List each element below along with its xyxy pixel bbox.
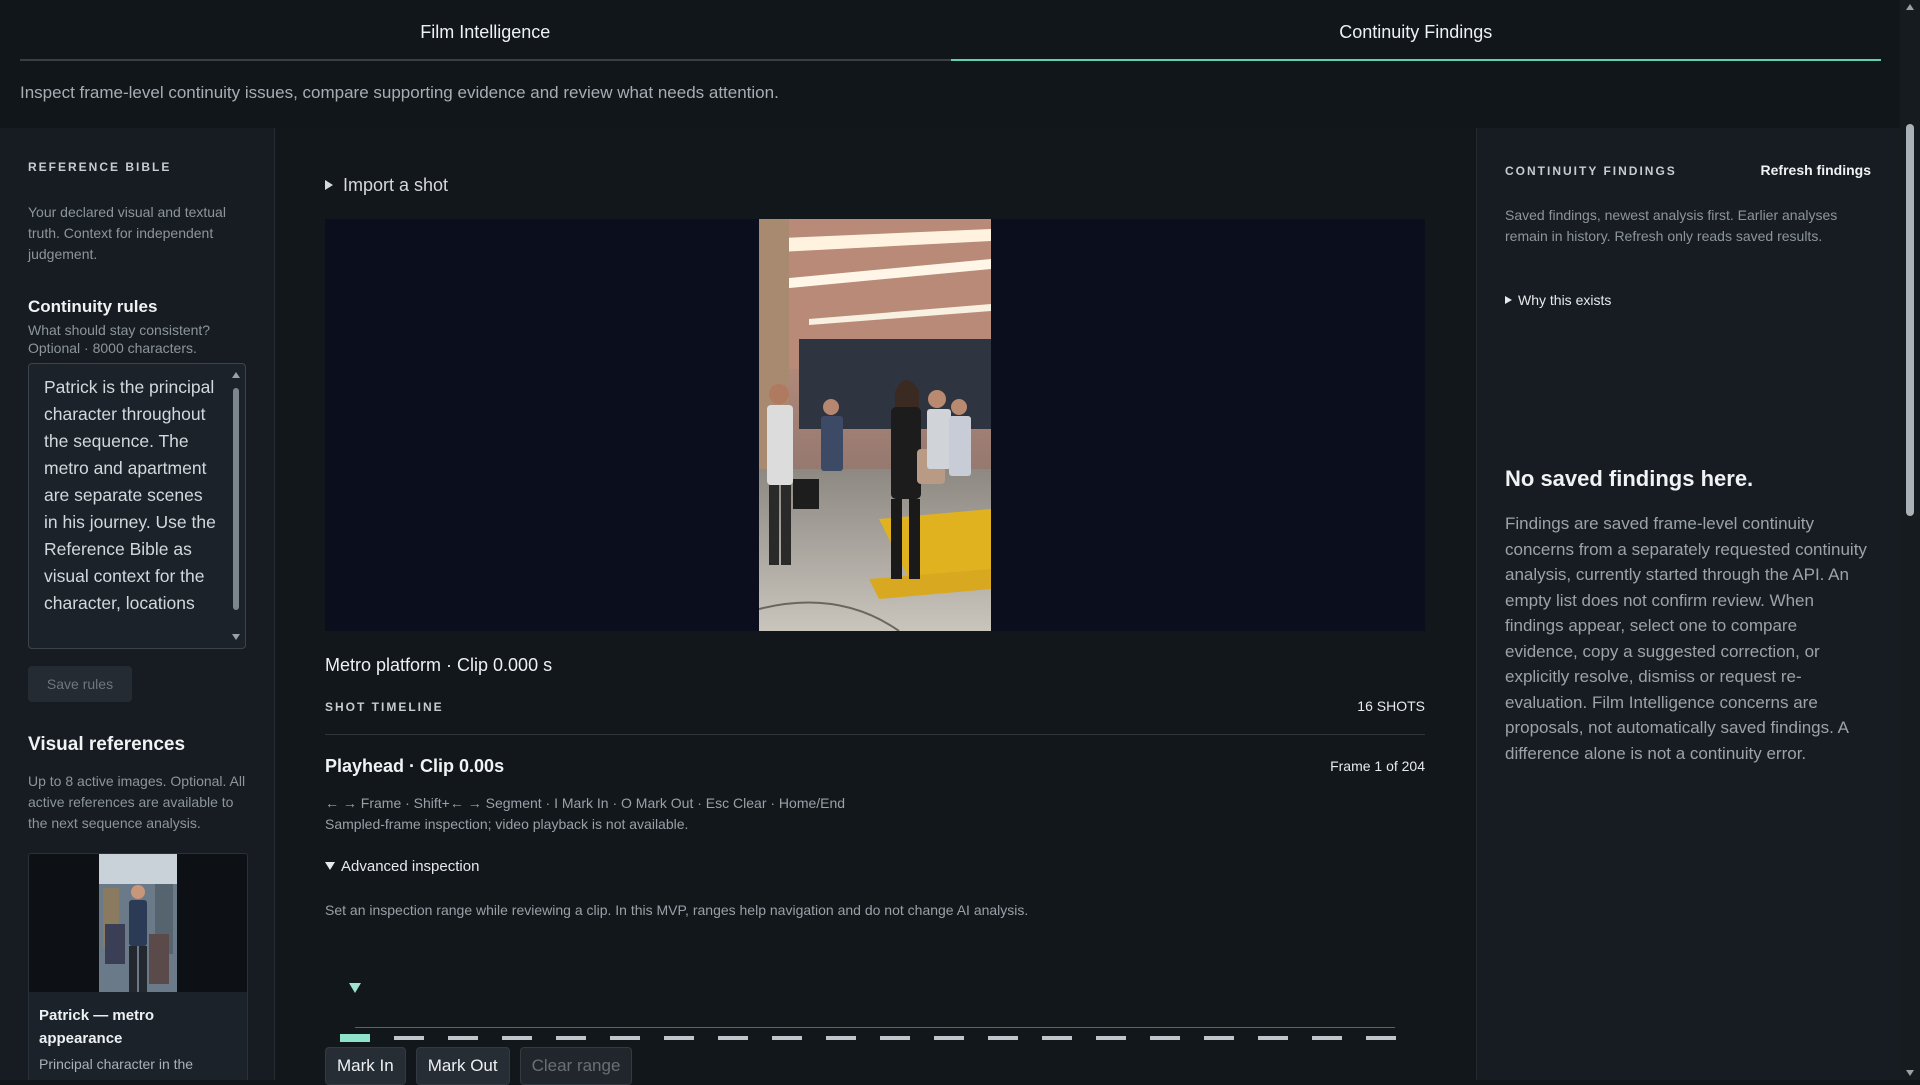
empty-state-desc: Findings are saved frame-level continuit… — [1505, 514, 1867, 763]
segment-tick[interactable] — [1150, 1036, 1180, 1040]
reference-thumbnail — [29, 854, 247, 992]
segment-tick[interactable] — [1096, 1036, 1126, 1040]
range-buttons: Mark In Mark Out Clear range — [325, 1047, 633, 1085]
empty-state-title: No saved findings here. — [1505, 466, 1754, 491]
reference-bible-intro: Your declared visual and textual truth. … — [28, 204, 226, 262]
scroll-up-icon[interactable] — [1906, 4, 1914, 10]
app: Film Intelligence Continuity Findings In… — [0, 0, 1901, 1085]
segment-tick[interactable] — [1366, 1036, 1396, 1040]
visual-references-hint: Up to 8 active images. Optional. All act… — [28, 773, 246, 831]
segment-tick[interactable] — [1258, 1036, 1288, 1040]
segment-tick[interactable] — [502, 1036, 532, 1040]
scrubber-track[interactable] — [355, 1027, 1395, 1028]
findings-desc: Saved findings, newest analysis first. E… — [1505, 207, 1838, 244]
segment-tick[interactable] — [1042, 1036, 1072, 1040]
mark-out-button[interactable]: Mark Out — [415, 1047, 510, 1085]
reference-image — [99, 854, 177, 992]
segment-tick[interactable] — [718, 1036, 748, 1040]
reference-bible-panel: REFERENCE BIBLE Your declared visual and… — [0, 128, 275, 1080]
segment-tick[interactable] — [664, 1036, 694, 1040]
mark-in-button[interactable]: Mark In — [325, 1047, 406, 1085]
continuity-rules-textarea[interactable]: Patrick is the principal character throu… — [28, 363, 246, 649]
continuity-rules-title: Continuity rules — [28, 297, 158, 316]
segment-ticks — [340, 1034, 1420, 1044]
continuity-findings-panel: CONTINUITY FINDINGS Refresh findings Sav… — [1476, 128, 1901, 1080]
visual-references-title: Visual references — [28, 734, 186, 755]
segment-tick[interactable] — [772, 1036, 802, 1040]
expand-icon — [1505, 296, 1512, 304]
reference-card-desc: Principal character in the — [39, 1056, 194, 1072]
reference-card-title: Patrick — metro appearance — [39, 1007, 155, 1047]
page-scrollbar[interactable] — [1900, 0, 1920, 1080]
segment-tick[interactable] — [880, 1036, 910, 1040]
reference-bible-heading: REFERENCE BIBLE — [28, 160, 172, 174]
why-this-exists-toggle[interactable]: Why this exists — [1505, 292, 1611, 308]
segment-tick[interactable] — [448, 1036, 478, 1040]
page-scroll-thumb[interactable] — [1906, 124, 1914, 516]
segment-tick[interactable] — [340, 1034, 370, 1042]
rules-hint-line: What should stay consistent? — [28, 322, 211, 338]
segment-tick[interactable] — [1204, 1036, 1234, 1040]
segment-tick[interactable] — [826, 1036, 856, 1040]
segment-tick[interactable] — [988, 1036, 1018, 1040]
scrubber: Mark In Mark Out Clear range — [275, 0, 1475, 1085]
rules-hint-line: Optional · 8000 characters. — [28, 340, 197, 356]
scroll-down-icon[interactable] — [232, 634, 240, 640]
scroll-thumb[interactable] — [233, 388, 239, 610]
segment-tick[interactable] — [394, 1036, 424, 1040]
segment-tick[interactable] — [556, 1036, 586, 1040]
save-rules-button[interactable]: Save rules — [28, 666, 132, 702]
continuity-rules-hint: What should stay consistent? Optional · … — [28, 321, 248, 357]
segment-tick[interactable] — [934, 1036, 964, 1040]
findings-heading: CONTINUITY FINDINGS — [1505, 164, 1677, 178]
segment-tick[interactable] — [1312, 1036, 1342, 1040]
clear-range-button[interactable]: Clear range — [519, 1047, 633, 1085]
why-label: Why this exists — [1518, 292, 1612, 308]
rules-text: Patrick is the principal character throu… — [44, 377, 216, 613]
scroll-up-icon[interactable] — [232, 372, 240, 378]
scroll-down-icon[interactable] — [1906, 1070, 1914, 1076]
segment-tick[interactable] — [610, 1036, 640, 1040]
reference-card[interactable]: Patrick — metro appearance Principal cha… — [28, 853, 248, 1080]
rules-scrollbar[interactable] — [230, 370, 242, 642]
refresh-findings-button[interactable]: Refresh findings — [1761, 162, 1871, 178]
